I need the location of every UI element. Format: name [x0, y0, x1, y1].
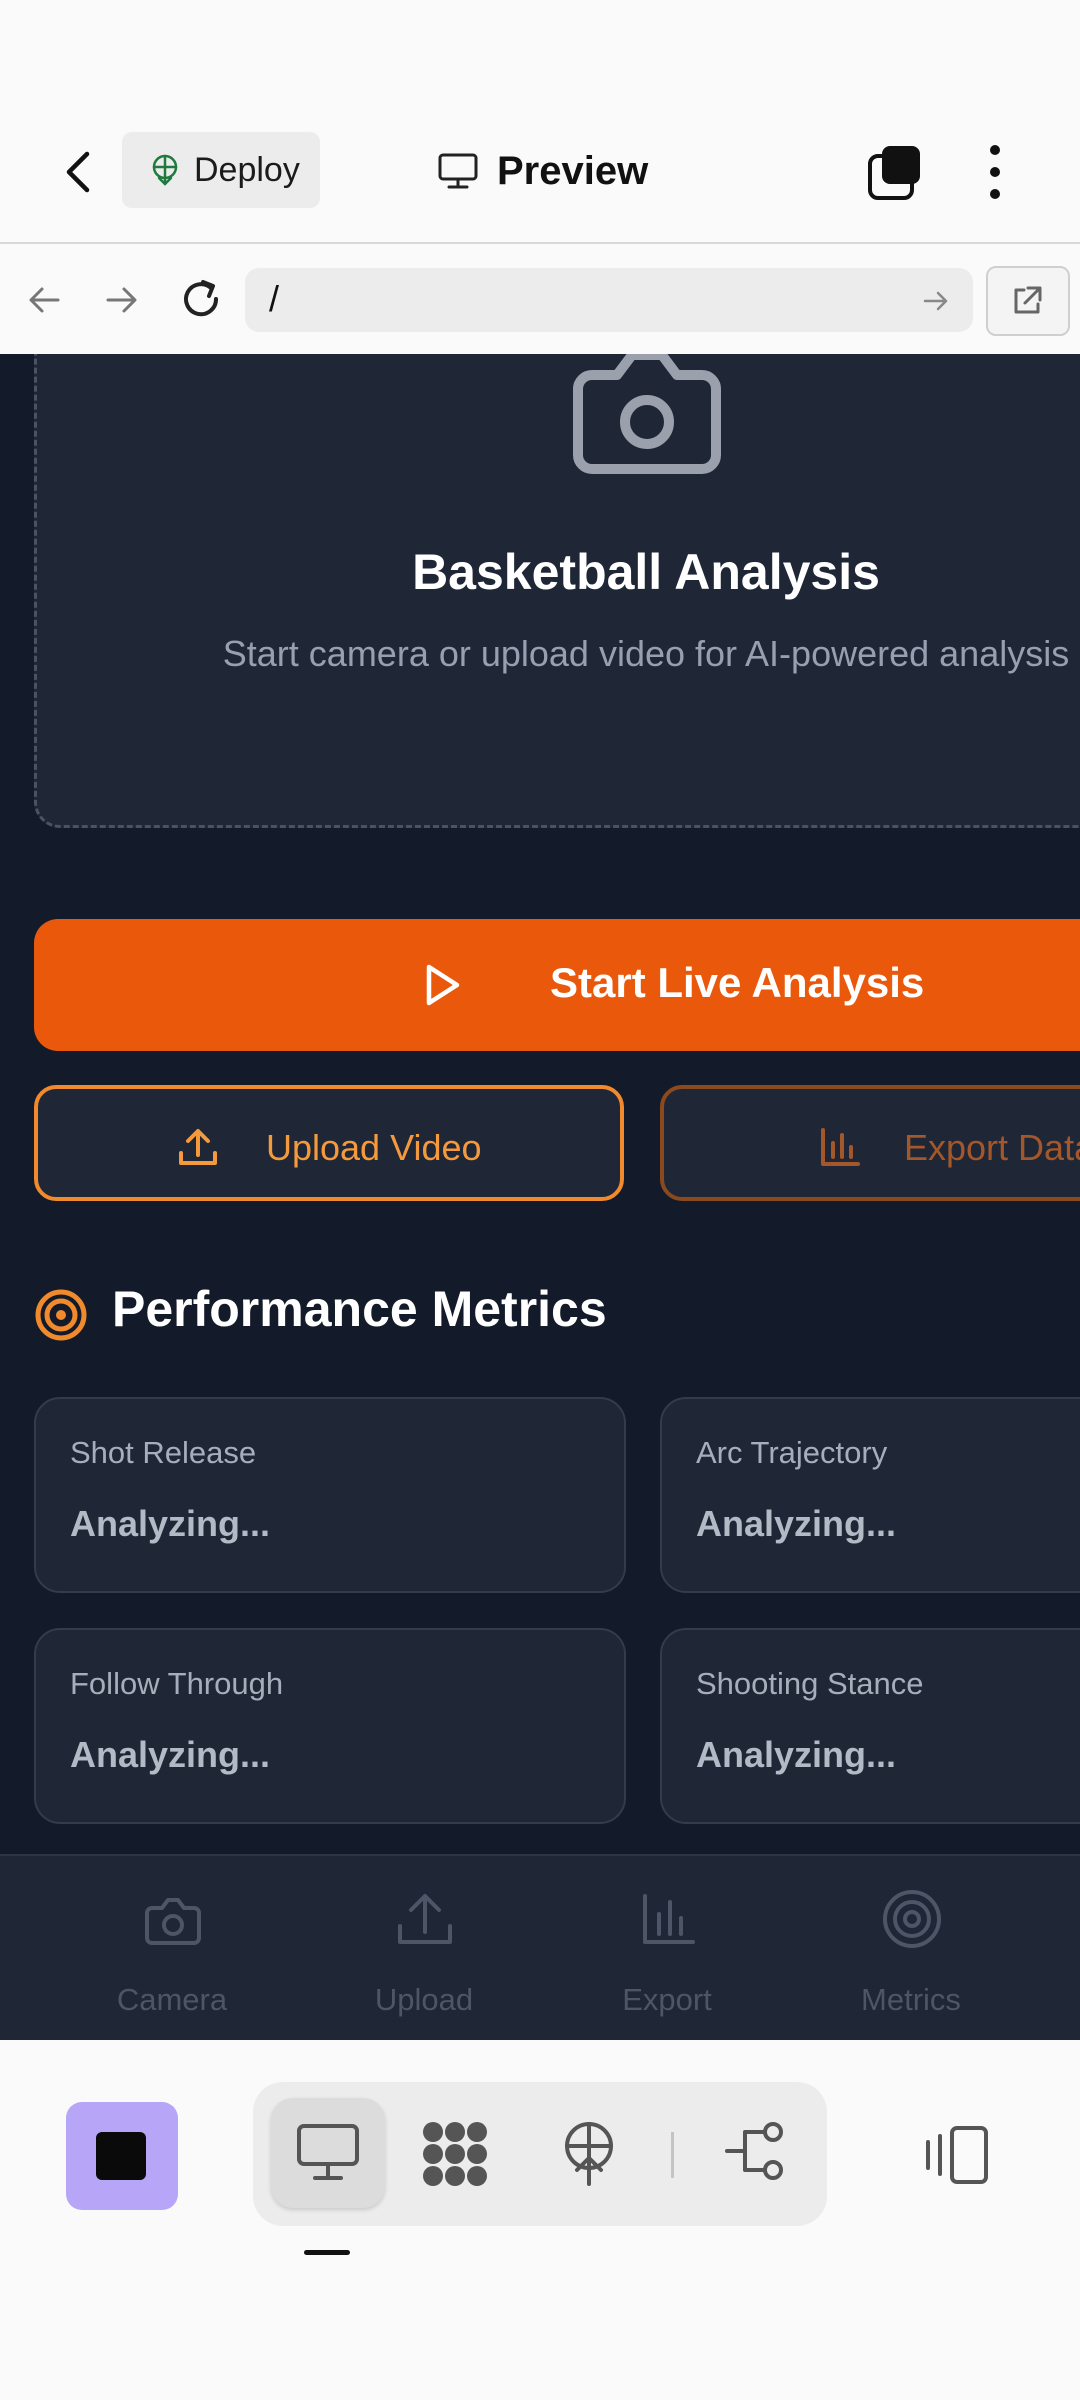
url-bar: / [0, 244, 1080, 354]
hero-title: Basketball Analysis [412, 544, 880, 600]
nav-upload-label: Upload [374, 1982, 474, 2017]
deploy-button[interactable]: Deploy [122, 132, 320, 208]
nav-upload[interactable]: Upload [339, 1878, 509, 2028]
export-data-button[interactable]: Export Data [660, 1085, 1080, 1201]
arrow-right-icon[interactable] [102, 280, 142, 320]
target-icon [883, 1890, 941, 1948]
share-nodes-icon[interactable] [723, 2118, 789, 2184]
metric-value: Analyzing... [70, 1734, 271, 1775]
monitor-icon [438, 153, 478, 189]
export-data-label: Export Data [904, 1127, 1080, 1168]
more-menu-button[interactable] [980, 142, 1010, 202]
nav-camera-label: Camera [116, 1982, 228, 2017]
deploy-icon [152, 154, 178, 186]
metric-card-shooting-stance: Shooting Stance Analyzing... [660, 1628, 1080, 1824]
deploy-label: Deploy [194, 150, 300, 189]
nav-camera[interactable]: Camera [87, 1878, 257, 2028]
back-button[interactable] [55, 142, 105, 202]
external-link-icon [1014, 286, 1042, 314]
go-arrow-icon[interactable] [921, 286, 951, 316]
stop-icon [96, 2132, 146, 2180]
tabs-icon [868, 146, 920, 200]
reload-icon[interactable] [178, 276, 224, 322]
divider [671, 2132, 674, 2178]
preview-toggle[interactable]: Preview [437, 136, 648, 206]
view-mode-group [253, 2082, 827, 2226]
nav-export-label: Export [622, 1982, 712, 2017]
performance-metrics-title: Performance Metrics [112, 1281, 607, 1337]
start-live-analysis-button[interactable]: Start Live Analysis [34, 919, 1080, 1051]
desktop-view-button[interactable] [271, 2098, 385, 2208]
upload-video-label: Upload Video [266, 1127, 482, 1168]
deploy-icon[interactable] [559, 2118, 619, 2190]
metric-value: Analyzing... [696, 1503, 897, 1544]
camera-icon [573, 354, 721, 474]
start-live-analysis-label: Start Live Analysis [550, 959, 925, 1006]
tabs-button[interactable] [866, 144, 924, 202]
bottom-navigation: Camera Upload Export Metrics [0, 1854, 1080, 2040]
play-icon [426, 964, 460, 1006]
metric-label: Follow Through [70, 1666, 284, 1701]
bar-chart-icon [643, 1894, 695, 1944]
nav-metrics[interactable]: Metrics [826, 1878, 996, 2028]
metric-label: Shot Release [70, 1435, 257, 1470]
monitor-icon [297, 2124, 359, 2180]
app-viewport: Basketball Analysis Start camera or uplo… [0, 354, 1080, 2040]
hero-subtitle: Start camera or upload video for AI-powe… [222, 633, 1070, 674]
open-external-button[interactable] [986, 266, 1070, 336]
metric-value: Analyzing... [70, 1503, 271, 1544]
nav-metrics-label: Metrics [861, 1982, 961, 2017]
system-toolbar [0, 2040, 1080, 2400]
components-icon[interactable] [419, 2118, 491, 2190]
target-icon [35, 1289, 87, 1341]
top-bar: Deploy Preview [0, 100, 1080, 244]
camera-icon [145, 1898, 201, 1945]
upload-video-button[interactable]: Upload Video [34, 1085, 624, 1201]
preview-label: Preview [497, 148, 649, 193]
upload-icon [179, 1129, 217, 1165]
url-input[interactable]: / [245, 268, 973, 332]
metric-label: Shooting Stance [696, 1666, 924, 1701]
device-frame-icon[interactable] [922, 2124, 992, 2186]
metric-value: Analyzing... [696, 1734, 897, 1775]
url-text: / [269, 278, 280, 319]
metric-card-follow-through: Follow Through Analyzing... [34, 1628, 626, 1824]
metric-card-arc-trajectory: Arc Trajectory Analyzing... [660, 1397, 1080, 1593]
nav-export[interactable]: Export [582, 1878, 752, 2028]
metric-label: Arc Trajectory [696, 1435, 888, 1470]
bar-chart-icon [821, 1128, 860, 1166]
chevron-left-icon [66, 151, 90, 193]
metric-card-shot-release: Shot Release Analyzing... [34, 1397, 626, 1593]
more-vertical-icon [990, 145, 1000, 199]
arrow-left-icon[interactable] [24, 280, 64, 320]
upload-icon [398, 1894, 452, 1944]
camera-dropzone[interactable]: Basketball Analysis Start camera or uplo… [34, 354, 1080, 828]
active-tab-indicator [304, 2250, 350, 2255]
stop-button[interactable] [66, 2102, 178, 2210]
